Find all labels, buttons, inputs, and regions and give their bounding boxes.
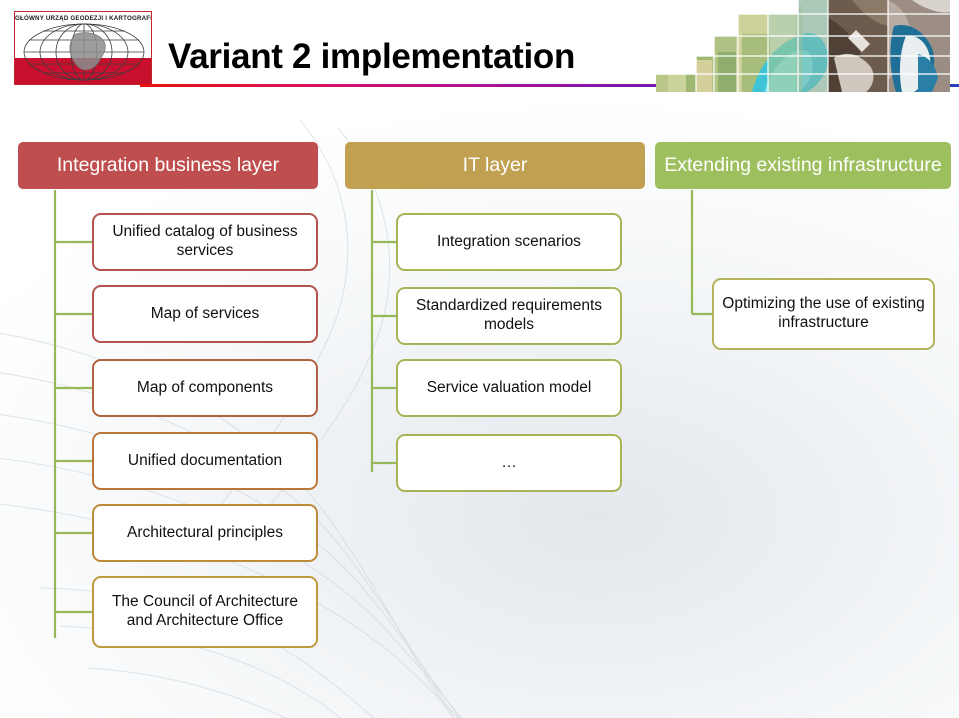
page-title: Variant 2 implementation (168, 37, 576, 76)
node-architectural-principles[interactable]: Architectural principles (92, 504, 318, 562)
node-optimizing-the-use-of-existing-infrastructure[interactable]: Optimizing the use of existing infrastru… (712, 278, 935, 350)
node-integration-scenarios[interactable]: Integration scenarios (396, 213, 622, 271)
node-unified-catalog-of-business-services[interactable]: Unified catalog of business services (92, 213, 318, 271)
column-header-extending-existing-infrastructure[interactable]: Extending existing infrastructure (655, 142, 951, 189)
node-unified-documentation[interactable]: Unified documentation (92, 432, 318, 490)
slide-canvas: GŁÓWNY URZĄD GEODEZJI I KARTOGRAFII Vari… (0, 0, 959, 718)
node-council-of-architecture-and-architecture-office[interactable]: The Council of Architecture and Architec… (92, 576, 318, 648)
geodesy-cartography-office-logo: GŁÓWNY URZĄD GEODEZJI I KARTOGRAFII (14, 11, 152, 85)
slide-header: GŁÓWNY URZĄD GEODEZJI I KARTOGRAFII Vari… (0, 0, 959, 100)
column-header-it-layer[interactable]: IT layer (345, 142, 645, 189)
node-ellipsis-more-items[interactable]: … (396, 434, 622, 492)
architecture-diagram: Integration business layer Unified catal… (0, 0, 959, 718)
node-service-valuation-model[interactable]: Service valuation model (396, 359, 622, 417)
satellite-imagery-mosaic (656, 0, 950, 92)
globe-graticule-icon (23, 23, 145, 81)
node-standardized-requirements-models[interactable]: Standardized requirements models (396, 287, 622, 345)
node-map-of-components[interactable]: Map of components (92, 359, 318, 417)
node-map-of-services[interactable]: Map of services (92, 285, 318, 343)
column-header-business-layer[interactable]: Integration business layer (18, 142, 318, 189)
